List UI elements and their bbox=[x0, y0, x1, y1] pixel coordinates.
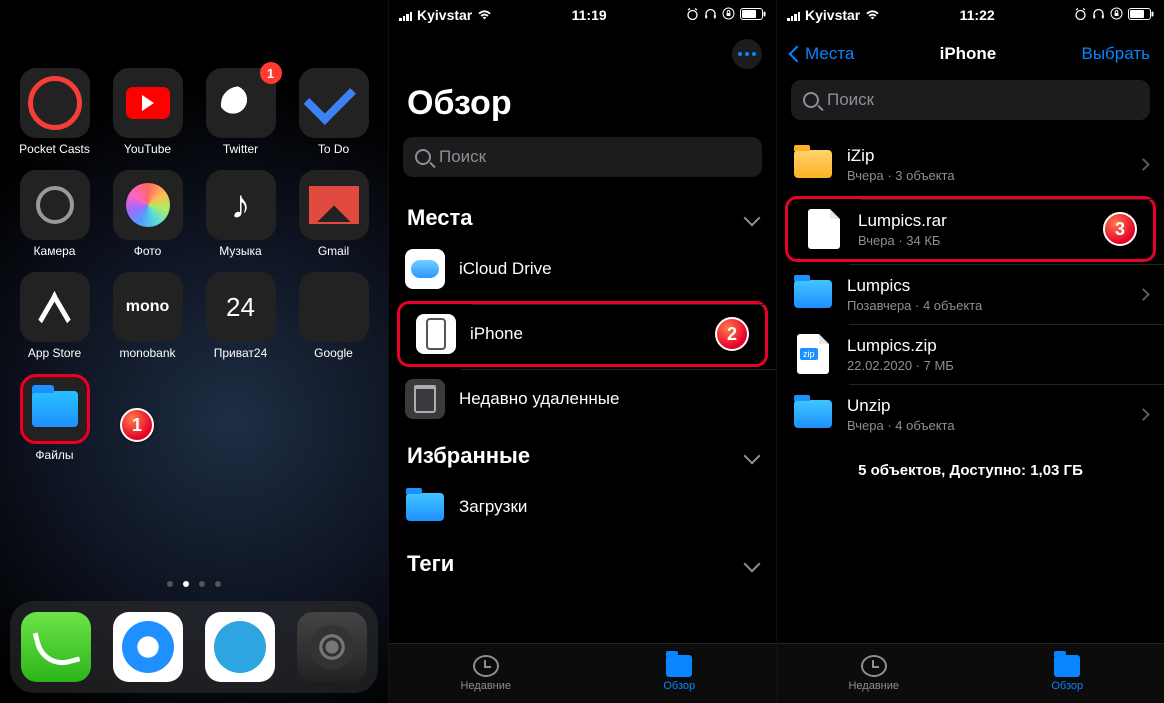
wifi-icon bbox=[477, 7, 492, 23]
home-icon-grid: Pocket Casts YouTube 1Twitter To Do Каме… bbox=[0, 28, 388, 462]
section-places[interactable]: Места bbox=[389, 191, 776, 239]
orientation-lock-icon bbox=[1110, 7, 1123, 23]
tab-recent[interactable]: Недавние bbox=[389, 644, 583, 703]
app-todo[interactable]: To Do bbox=[293, 68, 374, 156]
folder-icon bbox=[405, 487, 445, 527]
carrier-label: Kyivstar bbox=[417, 7, 472, 23]
folder-icon bbox=[793, 394, 833, 434]
folder-icon bbox=[666, 655, 692, 677]
app-privat24[interactable]: 24Приват24 bbox=[200, 272, 281, 360]
tab-browse[interactable]: Обзор bbox=[583, 644, 777, 703]
app-gmail[interactable]: Gmail bbox=[293, 170, 374, 258]
section-tags[interactable]: Теги bbox=[389, 537, 776, 585]
tab-bar: Недавние Обзор bbox=[777, 643, 1164, 703]
chevron-right-icon bbox=[1137, 158, 1150, 171]
callout-3: 3 bbox=[1103, 212, 1137, 246]
select-button[interactable]: Выбрать bbox=[1082, 44, 1150, 64]
carrier-label: Kyivstar bbox=[805, 7, 860, 23]
nav-title: iPhone bbox=[940, 44, 997, 64]
screen-home: Kyivstar 11:18 Pocket Casts YouTube 1Twi… bbox=[0, 0, 388, 703]
search-icon bbox=[415, 149, 431, 165]
row-iphone-highlight[interactable]: iPhone 2 bbox=[397, 301, 768, 367]
signal-icon bbox=[787, 10, 800, 21]
callout-1: 1 bbox=[120, 408, 154, 442]
search-input[interactable]: Поиск bbox=[403, 137, 762, 177]
app-camera[interactable]: Камера bbox=[14, 170, 95, 258]
dock-phone[interactable] bbox=[21, 612, 91, 682]
orientation-lock-icon bbox=[722, 7, 735, 23]
row-recently-deleted[interactable]: Недавно удаленные bbox=[389, 369, 776, 429]
row-unzip[interactable]: UnzipВчера · 4 объекта bbox=[777, 384, 1164, 444]
zip-file-icon: zip bbox=[793, 334, 833, 374]
folder-icon bbox=[793, 144, 833, 184]
app-appstore[interactable]: App Store bbox=[14, 272, 95, 360]
back-button[interactable]: Места bbox=[791, 44, 854, 64]
trash-icon bbox=[405, 379, 445, 419]
status-bar: Kyivstar 11:22 bbox=[777, 0, 1164, 28]
clock-icon bbox=[473, 655, 499, 677]
chevron-right-icon bbox=[1137, 408, 1150, 421]
app-photos[interactable]: Фото bbox=[107, 170, 188, 258]
more-button[interactable] bbox=[732, 39, 762, 69]
dock bbox=[10, 601, 378, 693]
signal-icon bbox=[399, 10, 412, 21]
app-monobank[interactable]: monomonobank bbox=[107, 272, 188, 360]
row-downloads[interactable]: Загрузки bbox=[389, 477, 776, 537]
nav-bar: Места iPhone Выбрать bbox=[777, 28, 1164, 74]
screen-files-browse: Kyivstar 11:19 Обзор Поиск Места iCloud … bbox=[388, 0, 776, 703]
dock-telegram[interactable] bbox=[205, 612, 275, 682]
tab-bar: Недавние Обзор bbox=[389, 643, 776, 703]
dock-safari[interactable] bbox=[113, 612, 183, 682]
headphones-icon bbox=[1092, 7, 1105, 23]
search-icon bbox=[803, 92, 819, 108]
icloud-icon bbox=[405, 249, 445, 289]
chevron-down-icon bbox=[744, 210, 761, 227]
row-lumpics-rar-highlight[interactable]: Lumpics.rarВчера · 34 КБ 3 bbox=[785, 196, 1156, 262]
chevron-down-icon bbox=[744, 556, 761, 573]
nav-bar bbox=[389, 28, 776, 74]
search-placeholder: Поиск bbox=[439, 147, 486, 167]
screen-files-iphone: Kyivstar 11:22 Места iPhone Выбрать Поис… bbox=[776, 0, 1164, 703]
storage-info: 5 объектов, Доступно: 1,03 ГБ bbox=[777, 444, 1164, 547]
chevron-right-icon bbox=[1137, 288, 1150, 301]
alarm-icon bbox=[686, 7, 699, 23]
folder-icon bbox=[793, 274, 833, 314]
battery-icon bbox=[1128, 7, 1154, 23]
headphones-icon bbox=[704, 7, 717, 23]
app-files-highlight[interactable] bbox=[20, 374, 90, 444]
callout-2: 2 bbox=[715, 317, 749, 351]
app-twitter[interactable]: 1Twitter bbox=[200, 68, 281, 156]
dock-settings[interactable] bbox=[297, 612, 367, 682]
alarm-icon bbox=[1074, 7, 1087, 23]
tab-recent[interactable]: Недавние bbox=[777, 644, 971, 703]
search-input[interactable]: Поиск bbox=[791, 80, 1150, 120]
chevron-down-icon bbox=[744, 448, 761, 465]
file-icon bbox=[804, 209, 844, 249]
page-indicator[interactable] bbox=[0, 581, 388, 587]
tab-browse[interactable]: Обзор bbox=[971, 644, 1164, 703]
notification-badge: 1 bbox=[260, 62, 282, 84]
section-favorites[interactable]: Избранные bbox=[389, 429, 776, 477]
clock-icon bbox=[861, 655, 887, 677]
iphone-icon bbox=[416, 314, 456, 354]
clock: 11:22 bbox=[960, 7, 995, 23]
clock: 11:19 bbox=[572, 7, 607, 23]
app-youtube[interactable]: YouTube bbox=[107, 68, 188, 156]
search-placeholder: Поиск bbox=[827, 90, 874, 110]
battery-icon bbox=[740, 7, 766, 23]
app-files[interactable]: Файлы bbox=[14, 374, 95, 462]
app-pocket-casts[interactable]: Pocket Casts bbox=[14, 68, 95, 156]
row-izip[interactable]: iZipВчера · 3 объекта bbox=[777, 134, 1164, 194]
folder-icon bbox=[1054, 655, 1080, 677]
row-icloud-drive[interactable]: iCloud Drive bbox=[389, 239, 776, 299]
page-title: Обзор bbox=[389, 74, 776, 131]
row-lumpics-zip[interactable]: zip Lumpics.zip22.02.2020 · 7 МБ bbox=[777, 324, 1164, 384]
app-google-folder[interactable]: Google bbox=[293, 272, 374, 360]
row-lumpics-folder[interactable]: LumpicsПозавчера · 4 объекта bbox=[777, 264, 1164, 324]
status-bar: Kyivstar 11:19 bbox=[389, 0, 776, 28]
app-music[interactable]: Музыка bbox=[200, 170, 281, 258]
wifi-icon bbox=[865, 7, 880, 23]
